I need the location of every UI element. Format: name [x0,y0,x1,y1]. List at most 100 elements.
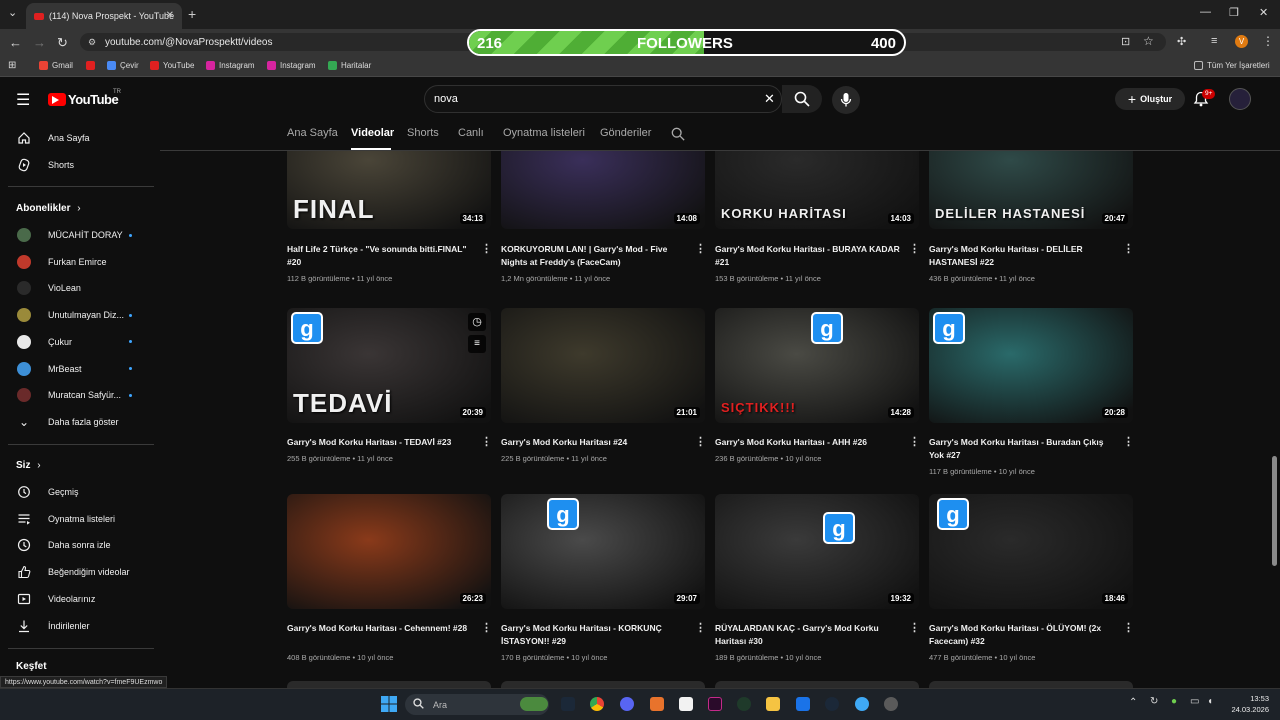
bookmark-star-icon[interactable]: ☆ [1143,34,1154,48]
video-title[interactable]: Garry's Mod Korku Haritası - Cehennem! #… [287,622,475,635]
video-thumbnail[interactable] [287,681,491,688]
video-title[interactable]: Garry's Mod Korku Haritası - KORKUNÇ İST… [501,622,689,647]
video-thumbnail[interactable] [715,681,919,688]
hamburger-menu-icon[interactable]: ☰ [16,90,30,110]
video-title[interactable]: Garry's Mod Korku Haritası - Buradan Çık… [929,436,1117,461]
video-options-icon[interactable]: ⋮ [1123,435,1134,448]
video-thumbnail[interactable]: FINAL 34:13 [287,151,491,229]
app-icon-orange[interactable] [650,697,664,711]
video-thumbnail[interactable]: g 29:07 [501,494,705,609]
video-options-icon[interactable]: ⋮ [1123,621,1134,634]
video-thumbnail[interactable]: g SIÇTIKK!!! 14:28 [715,308,919,423]
app-icon-network[interactable] [855,697,869,711]
channel-search-icon[interactable] [671,127,685,141]
account-avatar[interactable] [1229,88,1251,110]
channel-tab[interactable]: Gönderiler [600,127,651,139]
video-card[interactable]: g 29:07 Garry's Mod Korku Haritası - KORKU… [501,494,706,674]
reload-icon[interactable]: ↻ [57,35,68,51]
widget-icon[interactable] [520,697,548,711]
minimize-icon[interactable]: — [1200,6,1211,18]
close-tab-icon[interactable]: ✕ [166,10,174,21]
volume-icon[interactable]: ◖ [1207,696,1213,707]
discord-icon[interactable] [620,697,634,711]
video-thumbnail[interactable]: g 18:46 [929,494,1133,609]
app-icon-blue[interactable] [796,697,810,711]
video-thumbnail[interactable]: g 19:32 [715,494,919,609]
video-card[interactable]: g 20:28 Garry's Mod Korku Haritası - Burad… [929,308,1134,488]
bookmark-youtube[interactable]: YouTube [150,61,194,70]
video-options-icon[interactable]: ⋮ [695,621,706,634]
site-info-icon[interactable]: ⚙ [88,37,96,48]
all-bookmarks[interactable]: Tüm Yer İşaretleri [1194,61,1270,70]
clear-search-icon[interactable]: ✕ [764,91,775,107]
channel-tab[interactable]: Ana Sayfa [287,127,338,139]
menu-icon[interactable]: ⋮ [1262,34,1274,48]
video-thumbnail[interactable]: gDELİLER HASTANESİ20:47 [929,151,1133,229]
video-card[interactable]: g 18:46 Garry's Mod Korku Haritası - ÖLÜYO… [929,494,1134,674]
app-icon-globe[interactable] [737,697,751,711]
bookmark-youtube-red[interactable] [86,61,95,70]
video-thumbnail[interactable]: 21:01 [501,308,705,423]
video-thumbnail[interactable]: g TEDAVİ 20:39 ◷ ≡ [287,308,491,423]
taskbar-clock[interactable]: 13:53 24.03.2026 [1225,693,1269,715]
app-icon-obs[interactable] [884,697,898,711]
url-text[interactable]: youtube.com/@NovaProspektt/videos [105,37,272,48]
mic-tray-icon[interactable]: ● [1171,696,1177,707]
forward-icon[interactable]: → [33,35,46,50]
tray-overflow-icon[interactable]: ⌃ [1129,697,1137,708]
tab-search-icon[interactable]: ⌄ [8,6,17,19]
apps-grid-icon[interactable]: ⊞ [8,60,16,71]
watch-later-icon[interactable]: ◷ [468,313,486,331]
video-thumbnail[interactable]: 26:23 [287,494,491,609]
bookmark-instagram-1[interactable]: Instagram [206,61,255,70]
youtube-wordmark[interactable]: YouTube [68,92,119,107]
video-options-icon[interactable]: ⋮ [1123,242,1134,255]
video-title[interactable]: RÜYALARDAN KAÇ - Garry's Mod Korku Harit… [715,622,903,647]
new-tab-icon[interactable]: + [188,6,196,22]
video-options-icon[interactable]: ⋮ [909,435,920,448]
video-title[interactable]: Garry's Mod Korku Haritası - TEDAVİ #23 [287,436,475,449]
video-card[interactable]: g TEDAVİ 20:39 ◷ ≡ Garry's Mod Korku Haritası… [287,308,492,488]
video-options-icon[interactable]: ⋮ [481,621,492,634]
bookmark-instagram-2[interactable]: Instagram [267,61,316,70]
channel-tab[interactable]: Videolar [351,127,394,139]
video-thumbnail[interactable]: gKORKU HARİTASI14:03 [715,151,919,229]
create-button[interactable]: + Oluştur [1115,88,1185,110]
file-explorer-icon[interactable] [766,697,780,711]
browser-tab[interactable]: (114) Nova Prospekt - YouTube ✕ [26,3,182,29]
video-options-icon[interactable]: ⋮ [909,242,920,255]
video-title[interactable]: Garry's Mod Korku Haritası - ÖLÜYOM! (2x… [929,622,1117,647]
install-app-icon[interactable]: ⊡ [1121,35,1130,48]
close-window-icon[interactable]: ✕ [1259,6,1268,19]
profile-avatar[interactable]: V [1235,35,1248,48]
sync-icon[interactable]: ↻ [1150,696,1158,707]
video-card[interactable]: 14:08 KORKUYORUM LAN! | Garry's Mod - Fiv… [501,151,706,330]
back-icon[interactable]: ← [9,35,22,50]
video-title[interactable]: Garry's Mod Korku Haritası - AHH #26 [715,436,903,449]
search-box[interactable] [424,85,782,113]
premiere-icon[interactable] [708,697,722,711]
video-title[interactable]: Garry's Mod Korku Haritası - DELİLER HAS… [929,243,1117,268]
video-options-icon[interactable]: ⋮ [481,242,492,255]
steam-alt-icon[interactable] [825,697,839,711]
video-title[interactable]: KORKUYORUM LAN! | Garry's Mod - Five Nig… [501,243,689,268]
document-icon[interactable] [679,697,693,711]
sidebar-item-home[interactable]: Ana Sayfa [0,125,155,151]
page-scrollbar-thumb[interactable] [1272,456,1277,566]
steam-icon[interactable] [561,697,575,711]
video-card[interactable]: g 19:32 RÜYALARDAN KAÇ - Garry's Mod Korku… [715,494,920,674]
video-card[interactable]: gDELİLER HASTANESİ20:47 Garry's Mod Korku… [929,151,1134,330]
maximize-icon[interactable]: ❐ [1229,6,1239,19]
video-card[interactable]: 26:23 Garry's Mod Korku Haritası - Cehenn… [287,494,492,674]
video-options-icon[interactable]: ⋮ [695,435,706,448]
windows-start-icon[interactable] [381,696,397,712]
add-to-queue-icon[interactable]: ≡ [468,335,486,353]
bookmark-gmail[interactable]: Gmail [39,61,73,70]
extensions-icon[interactable]: ✣ [1177,35,1186,48]
channel-tab[interactable]: Shorts [407,127,439,139]
video-card[interactable]: gKORKU HARİTASI14:03Garry's Mod Korku Ha… [715,151,920,330]
video-card[interactable]: g SIÇTIKK!!! 14:28 Garry's Mod Korku Harita… [715,308,920,488]
video-options-icon[interactable]: ⋮ [695,242,706,255]
bookmark-maps[interactable]: Haritalar [328,61,371,70]
video-thumbnail[interactable]: 14:08 [501,151,705,229]
